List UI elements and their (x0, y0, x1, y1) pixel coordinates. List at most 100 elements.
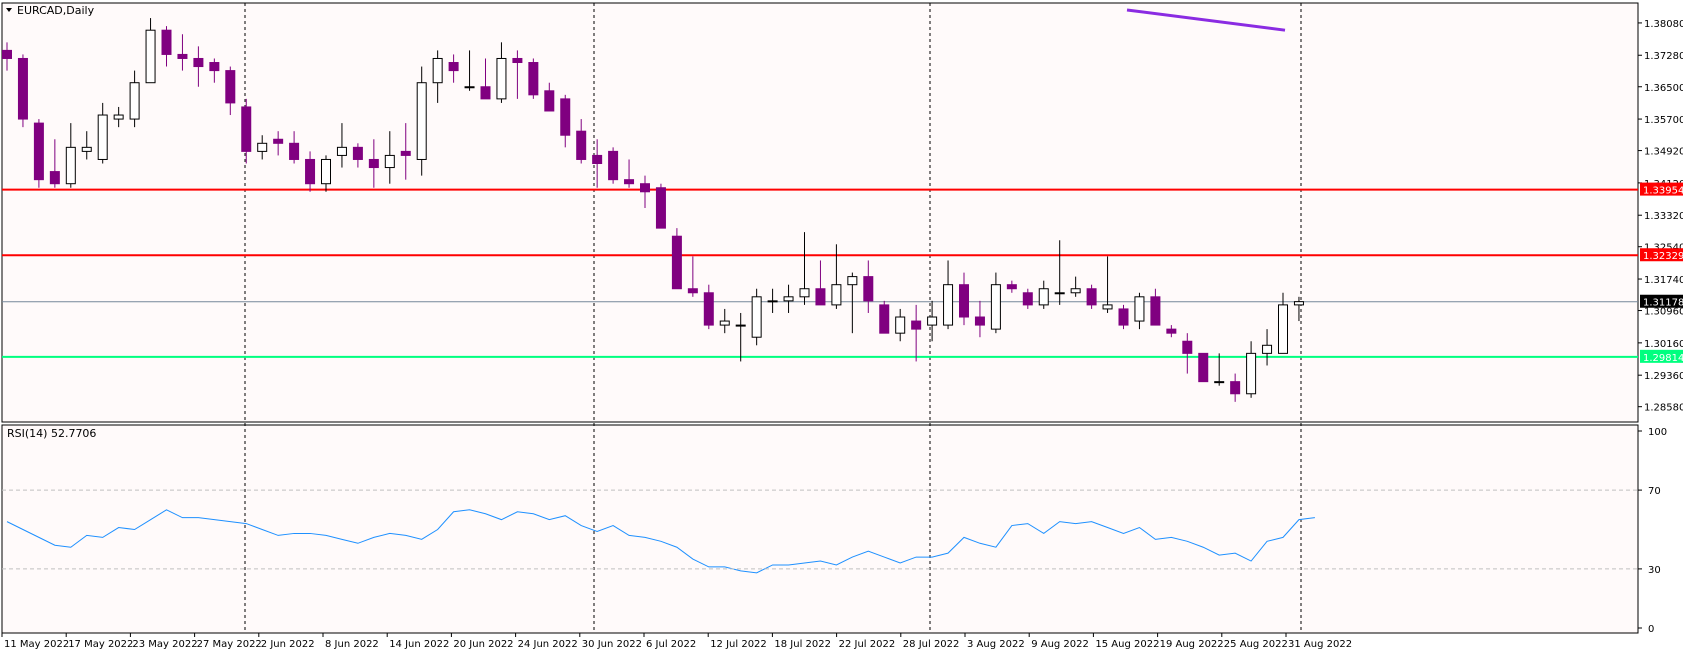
candle-body-bear (33, 122, 44, 181)
candle-body-bear (1150, 296, 1161, 326)
candle-body-bull (1070, 288, 1081, 294)
time-tick-label: 22 Jul 2022 (839, 639, 896, 650)
candle-body-bull (432, 57, 443, 84)
candle-body-bear (241, 106, 252, 152)
time-tick-label: 31 Aug 2022 (1288, 639, 1352, 650)
chart-canvas: 1.380801.372801.365001.357001.349201.341… (0, 0, 1683, 654)
price-tick-label: 1.37280 (1644, 51, 1683, 62)
candle-body-bull (1102, 304, 1113, 310)
candle-body-bear (225, 70, 236, 104)
candle-body-bear (879, 304, 890, 334)
candle-body-bull (1134, 296, 1145, 322)
candle-body-bull (943, 284, 954, 326)
candle-body-bear (273, 138, 284, 144)
candle-body-bear (480, 86, 491, 100)
candle-body-bear (703, 292, 714, 326)
candle-body-bear (352, 146, 363, 160)
candle-body-bull (113, 114, 124, 120)
candle-body-bear (1006, 284, 1017, 290)
price-tick-label: 1.36500 (1644, 83, 1683, 94)
time-tick-label: 27 May 2022 (197, 639, 262, 650)
candle-body-bear (1086, 288, 1097, 306)
candle-body-bear (592, 154, 603, 165)
candle-body-bull (767, 300, 778, 303)
rsi-panel-background (1, 424, 1639, 634)
time-tick-label: 19 Aug 2022 (1160, 639, 1224, 650)
candle-body-bull (847, 276, 858, 286)
candle-body-bear (576, 130, 587, 160)
level-label: 1.31178 (1643, 298, 1683, 309)
candle-body-bull (1038, 288, 1049, 306)
time-tick-label: 3 Aug 2022 (967, 639, 1025, 650)
price-tick-label: 1.30160 (1644, 339, 1683, 350)
candle-body-bull (97, 114, 108, 160)
candle-body-bear (1182, 340, 1193, 354)
candle-body-bear (2, 49, 12, 59)
candle-body-bear (448, 62, 459, 72)
level-label: 1.29814 (1643, 353, 1683, 364)
time-tick-label: 6 Jul 2022 (646, 639, 696, 650)
price-tick-label: 1.29360 (1644, 371, 1683, 382)
candle-body-bear (193, 57, 204, 68)
candle-body-bull (1262, 344, 1273, 354)
candle-body-bull (81, 146, 92, 152)
candle-body-bull (990, 284, 1001, 330)
rsi-tick-label: 30 (1648, 565, 1661, 576)
time-tick-label: 2 Jun 2022 (261, 639, 315, 650)
candle-body-bear (400, 150, 411, 156)
candle-body-bear (544, 90, 555, 112)
candle-body-bull (927, 316, 938, 326)
candle-body-bear (177, 53, 188, 59)
candle-body-bear (161, 29, 172, 55)
price-tick-label: 1.34920 (1644, 147, 1683, 158)
candle-body-bull (783, 296, 794, 302)
price-tick-label: 1.33320 (1644, 211, 1683, 222)
candle-body-bull (464, 86, 475, 89)
candle-body-bear (560, 98, 571, 136)
candle-body-bull (895, 316, 906, 334)
candle-body-bear (1022, 292, 1033, 306)
candle-body-bull (1293, 301, 1304, 306)
candle-body-bear (305, 158, 316, 185)
symbol-label: EURCAD,Daily (17, 4, 95, 17)
candle-body-bear (640, 183, 650, 193)
time-tick-label: 23 May 2022 (132, 639, 197, 650)
candle-body-bull (496, 57, 507, 100)
level-label: 1.32329 (1643, 251, 1683, 262)
time-tick-label: 28 Jul 2022 (903, 639, 960, 650)
time-tick-label: 17 May 2022 (68, 639, 133, 650)
candle-body-bear (608, 150, 619, 181)
candle-body-bear (17, 57, 28, 120)
candle-body-bear (974, 316, 985, 326)
candle-body-bear (368, 158, 379, 169)
candle-body-bear (911, 320, 922, 330)
candle-body-bear (289, 142, 300, 160)
candle-body-bull (1054, 292, 1065, 295)
time-tick-label: 25 Aug 2022 (1224, 639, 1288, 650)
candle-body-bear (528, 62, 539, 96)
chart-window: 1.380801.372801.365001.357001.349201.341… (0, 0, 1683, 654)
candle-body-bear (863, 276, 874, 302)
candle-body-bear (1230, 381, 1241, 395)
candle-body-bull (735, 324, 746, 327)
candle-body-bull (751, 296, 762, 338)
time-tick-label: 14 Jun 2022 (389, 639, 449, 650)
candle-body-bear (49, 171, 60, 185)
time-tick-label: 30 Jun 2022 (582, 639, 642, 650)
candle-body-bull (1278, 304, 1288, 354)
price-tick-label: 1.31740 (1644, 275, 1683, 286)
price-tick-label: 1.28580 (1644, 403, 1683, 414)
candle-body-bull (257, 142, 268, 152)
candle-body-bear (624, 179, 635, 185)
level-label: 1.33954 (1643, 186, 1683, 197)
candle-body-bull (129, 82, 140, 120)
rsi-label: RSI(14) 52.7706 (7, 427, 96, 440)
candle-body-bear (959, 284, 969, 318)
candle-body-bull (719, 320, 730, 326)
candle-body-bull (1246, 352, 1257, 395)
time-tick-label: 11 May 2022 (4, 639, 69, 650)
time-tick-label: 24 Jun 2022 (518, 639, 578, 650)
candle-body-bear (1118, 308, 1129, 326)
time-tick-label: 9 Aug 2022 (1031, 639, 1089, 650)
candle-body-bull (145, 29, 156, 84)
